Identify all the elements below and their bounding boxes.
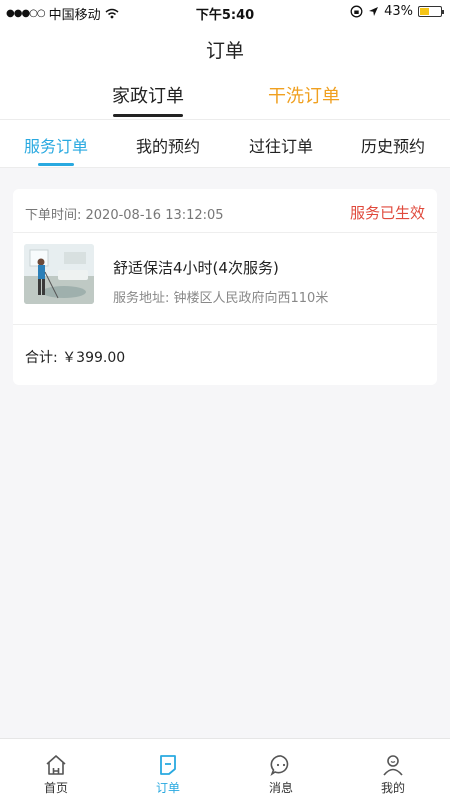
tab-history-appointments[interactable]: 历史预约 xyxy=(337,133,449,157)
order-status-tabs: 服务订单 我的预约 过往订单 历史预约 xyxy=(0,120,450,168)
order-card[interactable]: 下单时间: 2020-08-16 13:12:05 服务已生效 舒适保洁4小时(… xyxy=(13,189,437,385)
order-total: 合计: ￥399.00 xyxy=(25,350,126,366)
location-icon xyxy=(369,7,379,16)
tab-dry-cleaning-orders[interactable]: 干洗订单 xyxy=(234,82,374,108)
page-title: 订单 xyxy=(205,40,244,62)
tab-label: 历史预约 xyxy=(360,137,425,156)
tab-my-appointments[interactable]: 我的预约 xyxy=(112,133,224,157)
order-time: 下单时间: 2020-08-16 13:12:05 xyxy=(25,208,224,223)
tab-label: 首页 xyxy=(43,781,68,795)
service-title: 舒适保洁4小时(4次服务) xyxy=(113,259,279,277)
status-bar: ●●●○○ 中国移动 下午5:40 43% xyxy=(0,0,450,24)
active-tab-indicator xyxy=(38,163,74,166)
tab-label: 订单 xyxy=(155,781,180,795)
service-address: 服务地址: 钟楼区人民政府向西110米 xyxy=(113,291,329,306)
status-right: 43% xyxy=(350,4,444,19)
bottom-tab-bar: 首页 订单 消息 我的 xyxy=(0,738,450,800)
tab-label: 干洗订单 xyxy=(268,86,340,107)
tab-label: 消息 xyxy=(268,781,293,795)
service-thumbnail xyxy=(24,244,94,304)
battery-icon xyxy=(418,6,444,17)
tab-orders[interactable]: 订单 xyxy=(112,739,224,800)
tab-housekeeping-orders[interactable]: 家政订单 xyxy=(78,82,218,117)
tab-label: 过往订单 xyxy=(248,137,313,156)
tab-home[interactable]: 首页 xyxy=(0,739,112,800)
battery-percent: 43% xyxy=(384,4,413,19)
profile-icon xyxy=(383,755,403,776)
tab-label: 服务订单 xyxy=(23,137,88,156)
tab-messages[interactable]: 消息 xyxy=(225,739,337,800)
rotation-lock-icon xyxy=(350,5,363,18)
order-icon xyxy=(160,755,176,775)
tab-profile[interactable]: 我的 xyxy=(337,739,449,800)
tab-service-orders[interactable]: 服务订单 xyxy=(0,133,112,166)
tab-label: 我的预约 xyxy=(135,137,200,156)
tab-past-orders[interactable]: 过往订单 xyxy=(225,133,337,157)
order-type-tabs: 家政订单 干洗订单 xyxy=(0,70,450,120)
message-icon xyxy=(270,755,289,777)
tab-label: 家政订单 xyxy=(112,86,184,107)
tab-label: 我的 xyxy=(380,781,405,795)
home-icon xyxy=(46,755,66,775)
order-item[interactable]: 舒适保洁4小时(4次服务) 服务地址: 钟楼区人民政府向西110米 xyxy=(13,233,437,325)
cleaning-room-image xyxy=(24,244,94,304)
order-header: 下单时间: 2020-08-16 13:12:05 服务已生效 xyxy=(13,189,437,233)
nav-bar: 订单 xyxy=(0,24,450,70)
order-status-badge: 服务已生效 xyxy=(349,204,425,222)
active-tab-indicator xyxy=(113,114,183,117)
